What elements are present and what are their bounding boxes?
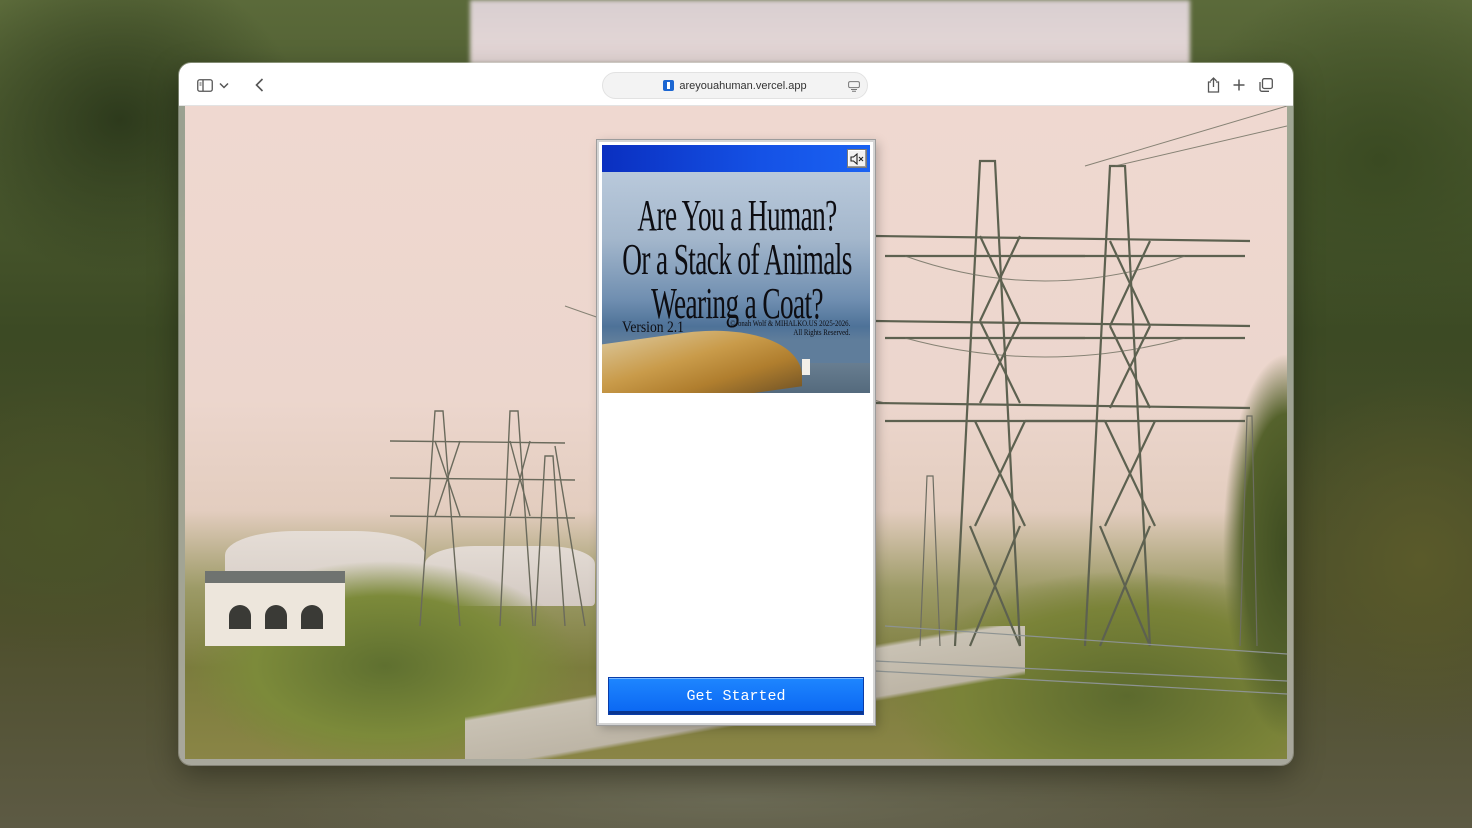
back-icon[interactable] [247, 73, 271, 97]
wallpaper-sky [470, 0, 1190, 64]
hero-title-line-1: Are You a Human? [637, 191, 837, 240]
share-icon[interactable] [1201, 73, 1225, 97]
speaker-muted-icon[interactable] [847, 149, 867, 168]
sidebar-icon[interactable] [193, 73, 217, 97]
plus-icon[interactable] [1227, 73, 1251, 97]
hero-lighthouse [802, 359, 810, 375]
app-title-bar [602, 145, 870, 172]
app-window: Are You a Human? Or a Stack of Animals W… [597, 140, 875, 725]
address-bar[interactable]: areyouahuman.vercel.app [602, 72, 868, 99]
tabs-icon[interactable] [1254, 73, 1278, 97]
reader-icon[interactable] [847, 79, 861, 93]
hero-image: Are You a Human? Or a Stack of Animals W… [602, 172, 870, 393]
hero-title: Are You a Human? Or a Stack of Animals W… [622, 194, 852, 326]
version-label: Version 2.1 [622, 319, 684, 336]
url-text: areyouahuman.vercel.app [679, 79, 807, 92]
chevron-down-icon[interactable] [215, 73, 233, 97]
get-started-button[interactable]: Get Started [608, 677, 864, 715]
copyright-line-2: All Rights Reserved. [793, 327, 850, 337]
copyright-text: ©Jonah Wolf & MIHALKO.US 2025-2026. All … [730, 319, 850, 338]
hero-title-line-2: Or a Stack of Animals [622, 235, 852, 284]
site-favicon-icon [663, 80, 675, 91]
browser-toolbar: areyouahuman.vercel.app [179, 63, 1293, 106]
